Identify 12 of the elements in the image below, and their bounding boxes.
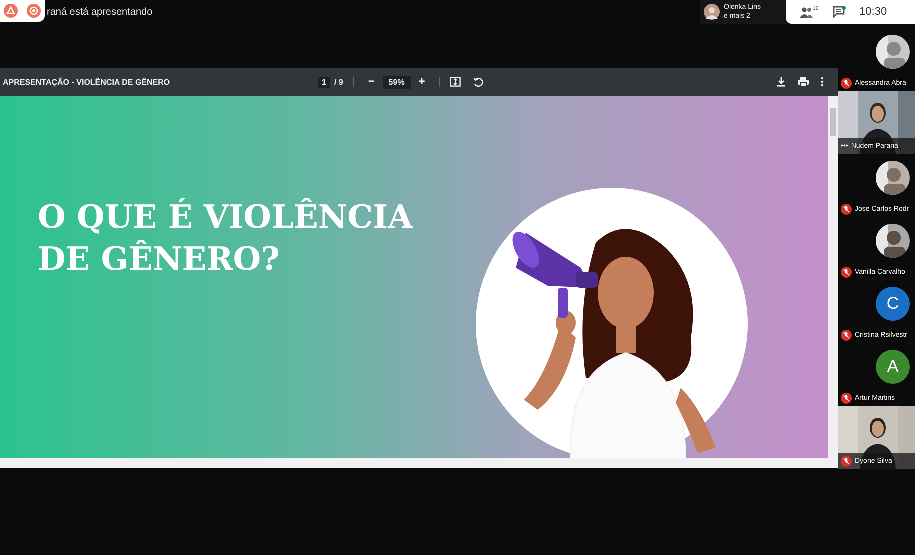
page-number-field[interactable]: 1 (318, 76, 330, 88)
presenting-status: raná está apresentando (47, 7, 153, 18)
avatar-initial: A (876, 350, 910, 384)
zoom-in-button[interactable]: + (414, 76, 430, 88)
slide-heading: DE GÊNERO? (38, 239, 281, 280)
slide-heading: O QUE É VIOLÊNCIA (38, 197, 413, 238)
zoom-field[interactable]: 59% (382, 76, 411, 88)
clock: 10:30 (860, 6, 888, 18)
zoom-out-button[interactable]: − (364, 76, 379, 88)
avatar-initial: C (876, 286, 910, 320)
document-title: APRESENTAÇÃO - VIOLÊNCIA DE GÊNERO (3, 78, 172, 86)
page-total: / 9 (334, 78, 344, 86)
